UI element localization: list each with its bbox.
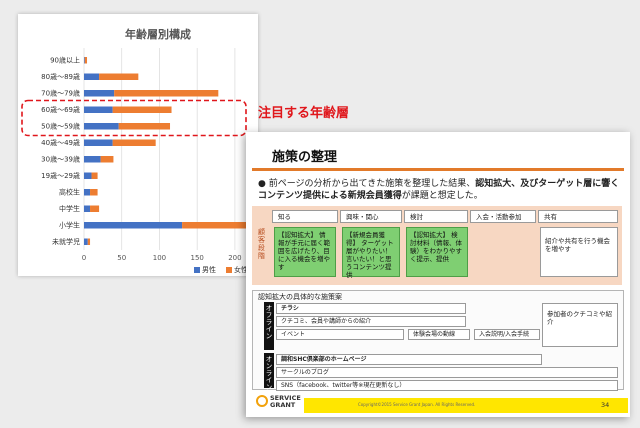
service-grant-logo-icon: [256, 395, 268, 407]
female-bar: [90, 189, 98, 196]
page-number: 34: [601, 401, 610, 409]
category-label: 中学生: [59, 204, 80, 213]
female-bar: [99, 73, 139, 80]
flow-side-label: 顧客段階: [258, 228, 265, 260]
bullet-text-plain: 前ページの分析から出てきた施策を整理した結果、: [268, 179, 476, 189]
chart-title: 年齢層別構成: [125, 27, 191, 41]
female-bar: [91, 172, 98, 179]
age-bar-chart: 年齢層別構成 0 50 100 150 200 90歳以上 80歳～89歳 70歳～79歳 60歳…: [21, 27, 258, 274]
male-bar: [84, 106, 113, 113]
stage-consider: 検討: [404, 210, 468, 223]
category-label: 80歳～89歳: [41, 72, 80, 81]
online-tab: オンライン: [264, 353, 274, 391]
category-label: 40歳～49歳: [41, 138, 80, 147]
category-label: 小学生: [59, 221, 80, 230]
copyright: Copyright©2015 Service Grant Japan. All …: [358, 402, 476, 407]
female-bar: [87, 238, 91, 245]
stage-know: 知る: [272, 210, 338, 223]
stage-join: 入会・活動参加: [470, 210, 536, 223]
offline-row-wordofmouth: クチコミ、会員や講師からの紹介: [276, 316, 466, 327]
category-label: 90歳以上: [50, 56, 80, 65]
male-bar: [84, 172, 92, 179]
category-label: 60歳～69歳: [41, 105, 80, 114]
measure-box-consideration: 【認知拡大】 検討材料（情報、体験）をわかりやすく提示、提供: [406, 227, 468, 277]
measure-box-acquisition: 【新規会員獲得】 ターゲット層がやりたい！言いたい！と思うコンテンツ提供: [342, 227, 400, 279]
offline-row-event: イベント: [276, 329, 404, 340]
online-row-sns: SNS（facebook、twitter等※現在更新なし）: [276, 380, 618, 391]
measure-box-share: 紹介や共有を行う機会を増やす: [540, 227, 618, 277]
male-bar: [84, 189, 91, 196]
male-bar: [84, 205, 91, 212]
slide-title: 施策の整理: [272, 150, 338, 165]
referral-box: 参加者のクチコミや紹介: [542, 303, 618, 347]
female-legend-swatch: [226, 267, 232, 273]
male-bar: [84, 90, 115, 97]
measure-box-awareness: 【認知拡大】 情報が手元に届く範囲を広げたり、目に入る機会を増やす: [274, 227, 336, 277]
logo-line-2: GRANT: [270, 401, 296, 409]
x-tick-label: 0: [82, 254, 86, 262]
stage-interest: 興味・関心: [340, 210, 402, 223]
male-bar: [84, 73, 100, 80]
male-bar: [84, 238, 88, 245]
offline-tab: オフライン: [264, 302, 274, 350]
male-bar: [84, 139, 113, 146]
male-bar: [84, 123, 119, 130]
offline-row-flyer: チラシ: [276, 303, 466, 314]
slide: 施策の整理 ● 前ページの分析から出てきた施策を整理した結果、認知拡大、及びター…: [246, 132, 630, 417]
female-bar: [84, 57, 88, 64]
male-bar: [84, 57, 85, 64]
x-tick-label: 200: [228, 254, 241, 262]
male-legend-swatch: [194, 267, 200, 273]
online-row-blog: サークルのブログ: [276, 367, 618, 378]
title-rule: [252, 168, 624, 171]
female-bar: [112, 139, 156, 146]
category-label: 50歳～59歳: [41, 122, 80, 131]
category-label: 70歳～79歳: [41, 89, 80, 98]
female-bar: [90, 205, 100, 212]
male-legend-label: 男性: [202, 265, 216, 274]
bullet-text: ● 前ページの分析から出てきた施策を整理した結果、認知拡大、及びターゲット層に響…: [258, 179, 620, 201]
online-row-homepage: 調和SHC倶楽部のホームページ: [276, 354, 542, 365]
x-tick-label: 150: [190, 254, 203, 262]
female-bar: [112, 106, 172, 113]
male-bar: [84, 156, 101, 163]
male-bar: [84, 222, 183, 229]
x-tick-label: 100: [153, 254, 166, 262]
measures-title: 認知拡大の具体的な施策案: [258, 293, 342, 301]
bullet-text-tail: が課題と想定した。: [401, 191, 483, 201]
category-label: 高校生: [59, 188, 80, 197]
x-tick-label: 50: [117, 254, 126, 262]
stage-share: 共有: [538, 210, 618, 223]
female-bar: [118, 123, 171, 130]
target-age-callout: 注目する年齢層: [258, 106, 350, 121]
offline-row-venue: 体験会場の動線: [408, 329, 470, 340]
service-grant-logo: SERVICE GRANT: [270, 395, 301, 409]
category-label: 30歳～39歳: [41, 155, 80, 164]
category-label: 未就学児: [52, 237, 80, 246]
offline-row-enrollment: 入会説明/入会手続: [474, 329, 540, 340]
female-bar: [100, 156, 114, 163]
category-label: 19歳～29歳: [41, 171, 80, 180]
female-bar: [114, 90, 219, 97]
